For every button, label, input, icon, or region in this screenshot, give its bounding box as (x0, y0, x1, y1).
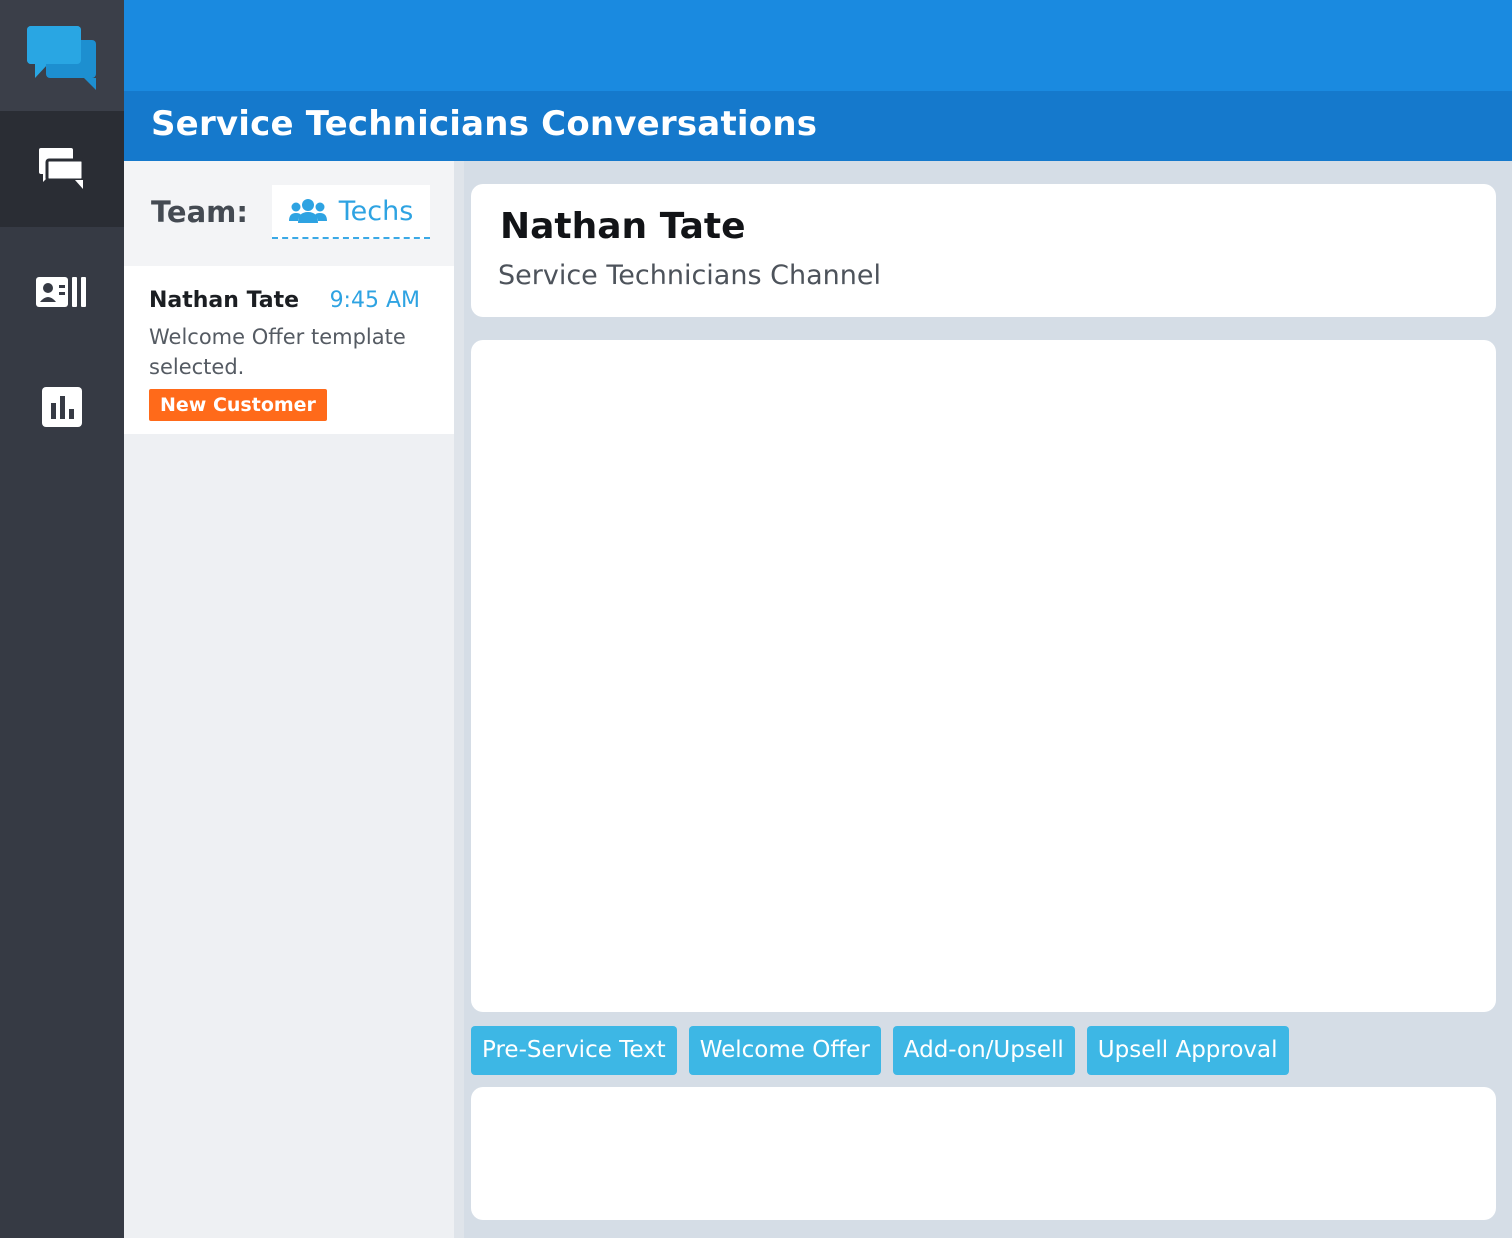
conversation-list-panel: Team: Techs Nathan Tate 9:45 AM Welcome … (124, 161, 454, 1238)
reports-icon (42, 387, 82, 427)
team-label: Team: (151, 195, 248, 229)
panel-divider (454, 161, 464, 1238)
app-logo[interactable] (0, 0, 124, 111)
conversation-preview: Welcome Offer template selected. (149, 325, 406, 379)
template-upsell-approval-button[interactable]: Upsell Approval (1086, 1026, 1289, 1075)
title-bar: Service Technicians Conversations (124, 91, 1512, 161)
nav-conversations[interactable] (0, 111, 124, 227)
team-selected-value: Techs (338, 195, 414, 227)
template-add-on-upsell-button[interactable]: Add-on/Upsell (892, 1026, 1075, 1075)
team-selector-bar: Team: Techs (124, 161, 454, 266)
chat-logo-icon (27, 26, 96, 90)
message-thread[interactable] (471, 340, 1496, 1012)
nav-reports[interactable] (0, 349, 124, 465)
conversation-item[interactable]: Nathan Tate 9:45 AM Welcome Offer templa… (124, 266, 454, 434)
conversation-time: 9:45 AM (329, 288, 420, 313)
contacts-icon (36, 277, 86, 307)
conversations-icon (39, 148, 85, 189)
team-dropdown[interactable]: Techs (272, 185, 430, 239)
left-nav-rail (0, 0, 124, 1238)
top-bar (124, 0, 1512, 91)
users-icon (288, 199, 327, 223)
template-pre-service-text-button[interactable]: Pre-Service Text (471, 1026, 677, 1075)
nav-contacts[interactable] (0, 234, 124, 350)
conversation-contact-name: Nathan Tate (149, 288, 300, 313)
template-welcome-offer-button[interactable]: Welcome Offer (688, 1026, 881, 1075)
template-buttons: Pre-Service Text Welcome Offer Add-on/Up… (471, 1026, 1289, 1075)
contact-header-card: Nathan Tate Service Technicians Channel (471, 184, 1496, 317)
new-customer-badge: New Customer (149, 389, 327, 421)
app-window: Service Technicians Conversations Team: … (0, 0, 1512, 1238)
message-compose-input[interactable] (471, 1087, 1496, 1220)
contact-name: Nathan Tate (500, 206, 746, 247)
contact-channel: Service Technicians Channel (498, 260, 881, 291)
page-title: Service Technicians Conversations (151, 104, 818, 144)
